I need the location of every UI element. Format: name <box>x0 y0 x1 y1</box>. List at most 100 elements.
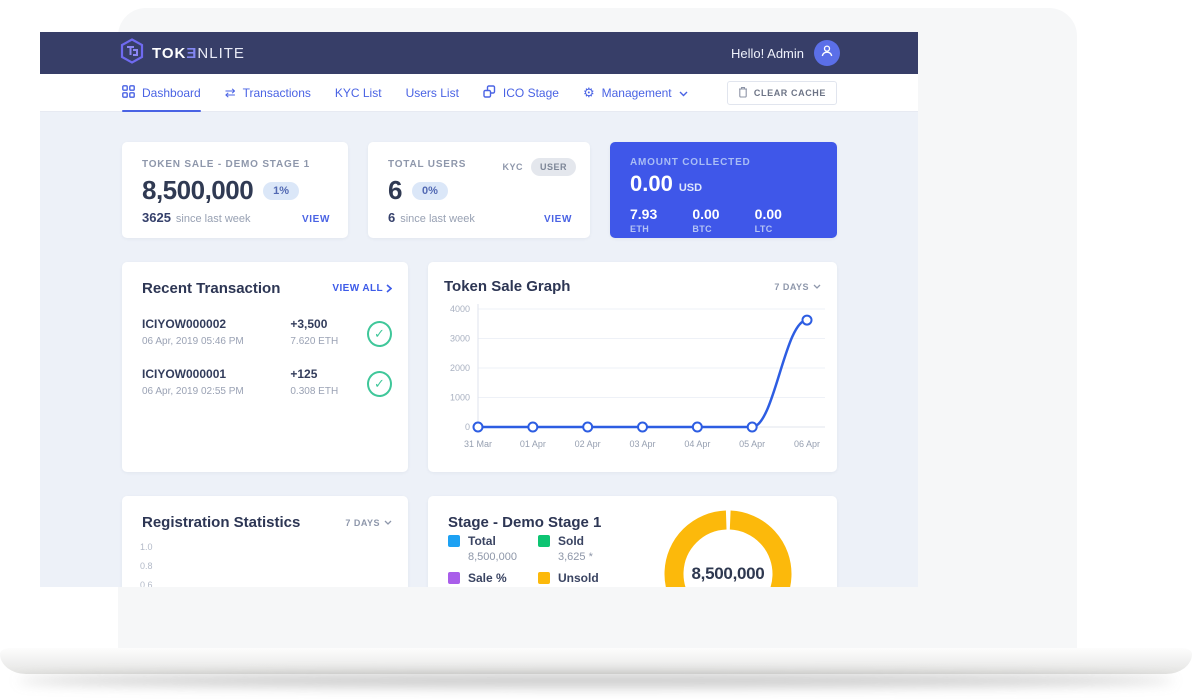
nav-label: Dashboard <box>142 86 201 100</box>
amount-usd-value: 0.00 <box>630 171 673 197</box>
view-all-label: VIEW ALL <box>332 283 383 294</box>
period-label: 7 DAYS <box>774 282 809 292</box>
legend-item-sold: Sold 3,625 * <box>538 534 633 563</box>
nav-item-users-list[interactable]: Users List <box>406 74 459 112</box>
period-dropdown[interactable]: 7 DAYS <box>774 282 821 292</box>
card-title: Token Sale Graph <box>444 278 570 295</box>
token-sale-value: 8,500,000 <box>142 175 253 206</box>
success-check-icon: ✓ <box>367 321 392 347</box>
delta-label: since last week <box>400 213 475 225</box>
transaction-amount: +3,500 <box>290 317 367 331</box>
currency-btc: 0.00 BTC <box>692 206 754 234</box>
transaction-row: ICIYOW000002 06 Apr, 2019 05:46 PM +3,50… <box>142 317 392 347</box>
currency-label: ETH <box>630 224 692 234</box>
card-title: Recent Transaction <box>142 280 280 297</box>
brand-logo[interactable]: TOKƎNLITE <box>120 38 245 69</box>
nav-item-ico-stage[interactable]: ICO Stage <box>483 74 559 112</box>
svg-text:04 Apr: 04 Apr <box>684 439 710 449</box>
registration-chart-yaxis: 1.00.80.6 <box>140 538 392 587</box>
total-users-card: TOTAL USERS KYC USER 6 0% 6 since last w… <box>368 142 590 238</box>
svg-text:03 Apr: 03 Apr <box>629 439 655 449</box>
laptop-mockup: TOKƎNLITE Hello! Admin <box>0 0 1192 699</box>
svg-text:4000: 4000 <box>450 304 470 314</box>
clear-cache-button[interactable]: CLEAR CACHE <box>727 81 837 105</box>
registration-statistics-card: Registration Statistics 7 DAYS 1.00.80.6 <box>122 496 408 587</box>
card-title: AMOUNT COLLECTED <box>630 157 817 168</box>
legend-item-total: Total 8,500,000 <box>448 534 543 563</box>
user-avatar[interactable] <box>814 40 840 66</box>
card-title: Registration Statistics <box>142 514 300 531</box>
nav-item-transactions[interactable]: ⇄ Transactions <box>225 74 311 112</box>
person-icon <box>820 44 834 63</box>
legend-value: 3,625 * <box>558 551 633 563</box>
svg-text:02 Apr: 02 Apr <box>575 439 601 449</box>
view-link[interactable]: VIEW <box>544 214 572 225</box>
donut-center-value: 8,500,000 <box>660 564 796 584</box>
laptop-base <box>0 648 1192 674</box>
percent-badge: 0% <box>412 182 448 200</box>
transaction-id: ICIYOW000001 <box>142 367 290 381</box>
currency-label: BTC <box>692 224 754 234</box>
dashboard-viewport: TOKƎNLITE Hello! Admin <box>40 32 918 587</box>
legend-swatch <box>448 535 460 547</box>
nav-item-management[interactable]: ⚙ Management <box>583 74 688 112</box>
y-tick-label: 0.6 <box>140 576 392 587</box>
greeting-text: Hello! Admin <box>731 46 804 61</box>
svg-text:0: 0 <box>465 422 470 432</box>
y-tick-label: 1.0 <box>140 538 392 557</box>
svg-text:1000: 1000 <box>450 393 470 403</box>
currency-eth: 7.93 ETH <box>630 206 692 234</box>
toggle-user[interactable]: USER <box>531 158 576 176</box>
sub-navigation: Dashboard ⇄ Transactions KYC List Users … <box>40 74 918 112</box>
donut-chart: 8,500,000 TLE <box>660 506 796 587</box>
legend-value: 8,500,000 <box>468 551 543 563</box>
svg-text:2000: 2000 <box>450 363 470 373</box>
nav-label: KYC List <box>335 86 382 100</box>
dashboard-content: TOKEN SALE - DEMO STAGE 1 8,500,000 1% 3… <box>40 112 918 587</box>
transaction-row: ICIYOW000001 06 Apr, 2019 02:55 PM +125 … <box>142 367 392 397</box>
period-dropdown[interactable]: 7 DAYS <box>345 518 392 528</box>
currency-value: 0.00 <box>692 206 754 222</box>
success-check-icon: ✓ <box>367 371 392 397</box>
legend-swatch <box>538 572 550 584</box>
transfer-icon: ⇄ <box>225 86 236 99</box>
delta-value: 3625 <box>142 210 171 225</box>
percent-badge: 1% <box>263 182 299 200</box>
view-link[interactable]: VIEW <box>302 214 330 225</box>
amount-collected-card: AMOUNT COLLECTED 0.00 USD 7.93 ETH 0.00 … <box>610 142 837 238</box>
card-title: Stage - Demo Stage 1 <box>448 514 601 531</box>
token-sale-graph-card: Token Sale Graph 7 DAYS 0100020003000400… <box>428 262 837 472</box>
svg-text:05 Apr: 05 Apr <box>739 439 765 449</box>
grid-icon <box>122 85 135 101</box>
laptop-shadow <box>18 674 1174 687</box>
currency-value: 0.00 <box>755 206 817 222</box>
donut-center-unit: TLE <box>660 586 796 587</box>
kyc-user-toggle: KYC USER <box>502 158 576 176</box>
nav-item-dashboard[interactable]: Dashboard <box>122 74 201 112</box>
currency-label: LTC <box>755 224 817 234</box>
top-navbar: TOKƎNLITE Hello! Admin <box>40 32 918 74</box>
legend-swatch <box>538 535 550 547</box>
currency-ltc: 0.00 LTC <box>755 206 817 234</box>
toggle-kyc[interactable]: KYC <box>502 162 523 172</box>
gear-icon: ⚙ <box>583 86 595 99</box>
clear-cache-label: CLEAR CACHE <box>754 88 826 98</box>
transaction-eth: 7.620 ETH <box>290 336 367 347</box>
nav-item-kyc-list[interactable]: KYC List <box>335 74 382 112</box>
amount-usd-unit: USD <box>679 182 702 194</box>
transaction-date: 06 Apr, 2019 02:55 PM <box>142 386 290 397</box>
tokenlite-hex-logo-icon <box>120 38 144 69</box>
total-users-value: 6 <box>388 175 402 206</box>
token-sale-card: TOKEN SALE - DEMO STAGE 1 8,500,000 1% 3… <box>122 142 348 238</box>
user-menu[interactable]: Hello! Admin <box>731 40 840 66</box>
cubes-icon <box>483 85 496 101</box>
nav-label: Transactions <box>243 86 311 100</box>
chevron-right-icon <box>386 284 392 293</box>
svg-text:31 Mar: 31 Mar <box>464 439 492 449</box>
view-all-link[interactable]: VIEW ALL <box>332 283 392 294</box>
legend-item-sale-pct: Sale % <box>448 571 543 585</box>
nav-label: Users List <box>406 86 459 100</box>
transaction-id: ICIYOW000002 <box>142 317 290 331</box>
svg-text:06 Apr: 06 Apr <box>794 439 820 449</box>
y-tick-label: 0.8 <box>140 557 392 576</box>
